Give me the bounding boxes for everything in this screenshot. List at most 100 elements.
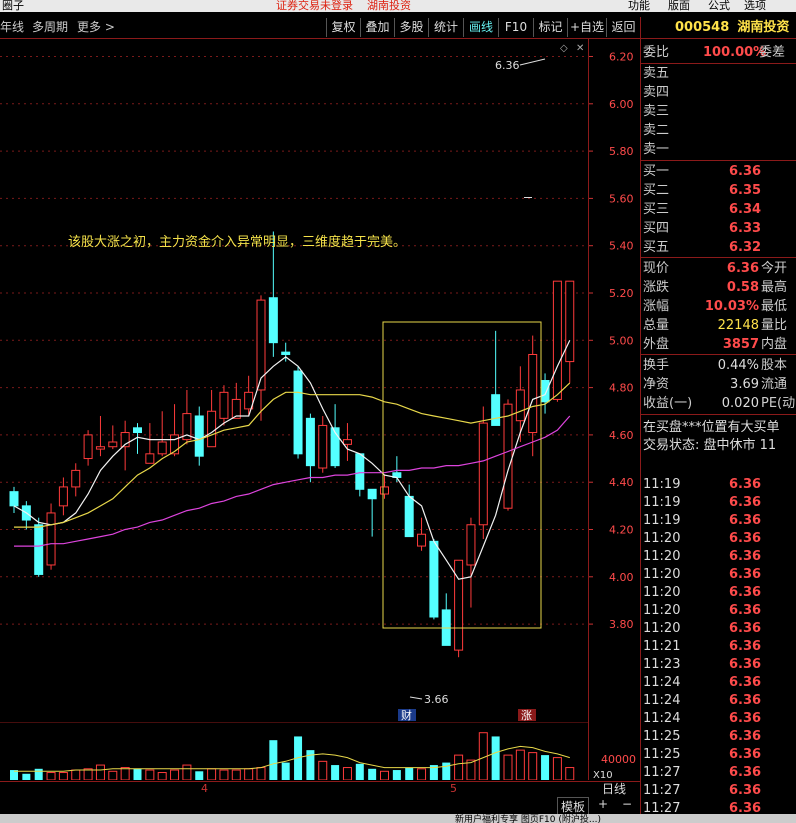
candle-body[interactable] <box>528 353 538 434</box>
volume-bar[interactable] <box>269 740 278 780</box>
adjust-button[interactable]: 复权 <box>326 18 360 37</box>
candle-body[interactable] <box>503 403 513 509</box>
volume-bar[interactable] <box>342 767 352 780</box>
candle-body[interactable] <box>145 453 155 464</box>
candle-body[interactable] <box>293 370 303 455</box>
f10-button[interactable]: F10 <box>498 18 533 37</box>
candle-body[interactable] <box>256 299 266 391</box>
volume-bar[interactable] <box>256 767 266 780</box>
limit-up-badge[interactable]: 涨 <box>521 709 532 721</box>
volume-bar[interactable] <box>170 769 180 780</box>
volume-bar[interactable] <box>454 754 464 780</box>
login-warning[interactable]: 证券交易未登录 <box>276 0 353 12</box>
candle-body[interactable] <box>71 469 81 488</box>
menu-options[interactable]: 选项 <box>744 0 766 12</box>
more-tab[interactable]: 更多 > <box>77 17 115 38</box>
finance-badge[interactable]: 财 <box>401 708 412 721</box>
volume-bar[interactable] <box>491 736 500 780</box>
candle-body[interactable] <box>318 424 328 469</box>
multi-period-tab[interactable]: 多周期 <box>32 17 68 38</box>
volume-bar[interactable] <box>231 769 241 780</box>
candle-body[interactable] <box>281 351 291 355</box>
multi-stock-button[interactable]: 多股 <box>394 18 428 37</box>
statistics-button[interactable]: 统计 <box>428 18 463 37</box>
menu-function[interactable]: 功能 <box>628 0 650 12</box>
candle-body[interactable] <box>108 441 118 448</box>
volume-bar[interactable] <box>405 767 414 780</box>
candle-body[interactable] <box>268 297 278 344</box>
add-watchlist-button[interactable]: +自选 <box>567 18 606 37</box>
candle-body[interactable] <box>157 441 167 455</box>
volume-bar[interactable] <box>355 763 364 780</box>
candle-body[interactable] <box>454 559 464 651</box>
candle-body[interactable] <box>404 495 414 538</box>
volume-bar[interactable] <box>34 768 43 780</box>
zoom-in-button[interactable]: + <box>598 797 608 811</box>
volume-bar[interactable] <box>515 749 525 780</box>
draw-line-button[interactable]: 画线 <box>463 18 498 37</box>
volume-bar[interactable] <box>392 770 401 780</box>
volume-bar[interactable] <box>380 770 389 780</box>
candle-body[interactable] <box>367 488 377 500</box>
volume-bar[interactable] <box>133 768 142 780</box>
candle-body[interactable] <box>417 533 427 547</box>
candle-body[interactable] <box>219 391 229 419</box>
volume-chart[interactable] <box>0 722 640 780</box>
volume-bar[interactable] <box>503 754 513 780</box>
volume-bar[interactable] <box>182 764 192 780</box>
volume-bar[interactable] <box>195 771 204 780</box>
volume-bar[interactable] <box>528 752 538 780</box>
candle-body[interactable] <box>478 422 488 526</box>
back-button[interactable]: 返回 <box>606 18 640 37</box>
candle-body[interactable] <box>58 486 68 507</box>
candle-body[interactable] <box>9 491 19 507</box>
candle-body[interactable] <box>429 540 439 618</box>
candle-body[interactable] <box>466 524 476 566</box>
period-year-tab[interactable]: 年线 <box>0 17 24 38</box>
volume-bar[interactable] <box>71 769 81 780</box>
volume-bar[interactable] <box>552 757 562 780</box>
diamond-icon[interactable]: ◇ <box>560 43 568 54</box>
volume-bar[interactable] <box>46 772 56 780</box>
volume-bar[interactable] <box>157 772 167 780</box>
candle-body[interactable] <box>133 427 142 434</box>
volume-bar[interactable] <box>281 762 290 780</box>
candle-body[interactable] <box>540 380 550 403</box>
close-icon[interactable]: ✕ <box>576 43 584 54</box>
volume-bar[interactable] <box>331 765 340 780</box>
candle-body[interactable] <box>194 415 204 457</box>
volume-bar[interactable] <box>145 769 155 780</box>
candle-body[interactable] <box>83 434 93 460</box>
candle-body[interactable] <box>552 280 562 400</box>
candle-body[interactable] <box>380 486 389 495</box>
volume-bar[interactable] <box>318 760 328 780</box>
candle-body[interactable] <box>305 417 315 467</box>
candle-body[interactable] <box>491 394 501 426</box>
volume-bar[interactable] <box>120 767 130 780</box>
volume-bar[interactable] <box>541 755 550 780</box>
candle-body[interactable] <box>46 512 56 566</box>
candle-body[interactable] <box>207 410 217 448</box>
volume-bar[interactable] <box>565 767 575 780</box>
candle-body[interactable] <box>565 280 575 363</box>
volume-bar[interactable] <box>22 773 31 780</box>
volume-bar[interactable] <box>417 768 427 780</box>
volume-bar[interactable] <box>244 768 254 780</box>
candlestick-chart[interactable]: 该股大涨之初，主力资金介入异常明显，三维度趋于完美。 6.36 3.66 ◇ ✕… <box>0 39 640 721</box>
volume-bar[interactable] <box>95 764 105 780</box>
menu-layout[interactable]: 版面 <box>668 0 690 12</box>
zoom-out-button[interactable]: − <box>622 797 632 811</box>
volume-bar[interactable] <box>442 762 451 780</box>
candle-body[interactable] <box>355 453 365 490</box>
candle-body[interactable] <box>95 446 105 450</box>
volume-bar[interactable] <box>58 772 68 780</box>
volume-bar[interactable] <box>368 768 377 780</box>
mark-button[interactable]: 标记 <box>533 18 567 37</box>
menu-formula[interactable]: 公式 <box>708 0 730 12</box>
overlay-button[interactable]: 叠加 <box>360 18 394 37</box>
candle-body[interactable] <box>34 524 44 575</box>
candle-body[interactable] <box>342 439 352 445</box>
period-daily-label[interactable]: 日线 <box>602 780 626 797</box>
stock-link[interactable]: 湖南投资 <box>367 0 411 12</box>
candle-body[interactable] <box>515 389 525 422</box>
